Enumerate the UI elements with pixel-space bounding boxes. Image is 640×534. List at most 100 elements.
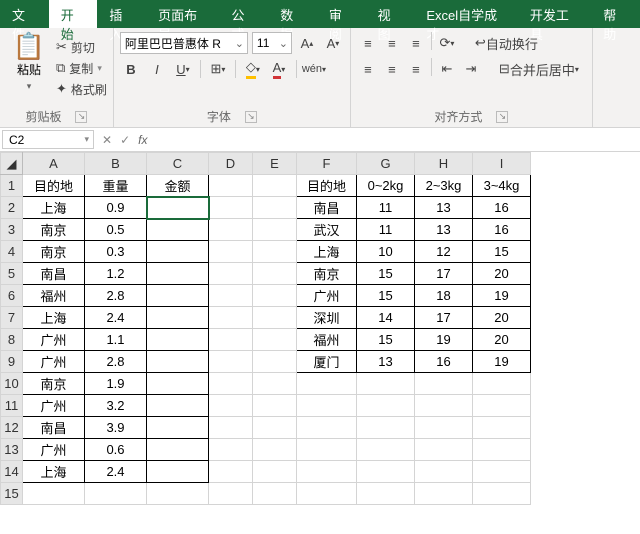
cell[interactable] <box>253 329 297 351</box>
cell[interactable]: 20 <box>473 329 531 351</box>
cell[interactable] <box>209 241 253 263</box>
cell[interactable]: 广州 <box>23 439 85 461</box>
cell[interactable]: 2.8 <box>85 351 147 373</box>
name-box[interactable]: C2 <box>2 130 94 149</box>
cell[interactable] <box>23 483 85 505</box>
cell[interactable]: 17 <box>415 263 473 285</box>
cell[interactable]: 13 <box>415 219 473 241</box>
cell[interactable]: 福州 <box>297 329 357 351</box>
cell[interactable]: 13 <box>415 197 473 219</box>
row-header-9[interactable]: 9 <box>1 351 23 373</box>
cell[interactable] <box>473 373 531 395</box>
cell[interactable] <box>209 351 253 373</box>
cell[interactable]: 目的地 <box>297 175 357 197</box>
tab-review[interactable]: 审阅 <box>317 0 366 28</box>
cell[interactable] <box>209 461 253 483</box>
spreadsheet-grid[interactable]: ◢ABCDEFGHI1目的地重量金额目的地0~2kg2~3kg3~4kg2上海0… <box>0 152 640 505</box>
cell[interactable] <box>357 461 415 483</box>
col-header-B[interactable]: B <box>85 153 147 175</box>
cell[interactable]: 16 <box>473 197 531 219</box>
align-center-button[interactable]: ≡ <box>381 58 403 80</box>
row-header-8[interactable]: 8 <box>1 329 23 351</box>
tab-file[interactable]: 文件 <box>0 0 49 28</box>
cell[interactable] <box>415 417 473 439</box>
orientation-button[interactable]: ⟳▾ <box>436 32 458 54</box>
tab-dev[interactable]: 开发工具 <box>518 0 591 28</box>
cell[interactable]: 11 <box>357 197 415 219</box>
col-header-H[interactable]: H <box>415 153 473 175</box>
col-header-A[interactable]: A <box>23 153 85 175</box>
phonetic-button[interactable]: wén▾ <box>303 58 325 80</box>
cell[interactable] <box>357 417 415 439</box>
cell[interactable]: 广州 <box>23 395 85 417</box>
align-top-button[interactable]: ≡ <box>357 32 379 54</box>
cell[interactable]: 南昌 <box>297 197 357 219</box>
cell[interactable] <box>357 373 415 395</box>
row-header-2[interactable]: 2 <box>1 197 23 219</box>
cell[interactable] <box>209 439 253 461</box>
row-header-3[interactable]: 3 <box>1 219 23 241</box>
cell[interactable] <box>209 175 253 197</box>
fx-icon[interactable]: fx <box>138 133 147 147</box>
cell[interactable]: 0.6 <box>85 439 147 461</box>
row-header-10[interactable]: 10 <box>1 373 23 395</box>
cell[interactable]: 15 <box>473 241 531 263</box>
cell[interactable] <box>253 351 297 373</box>
cell[interactable]: 广州 <box>297 285 357 307</box>
font-name-select[interactable]: 阿里巴巴普惠体 R <box>120 32 248 54</box>
cell[interactable]: 武汉 <box>297 219 357 241</box>
cell[interactable]: 19 <box>473 351 531 373</box>
increase-font-button[interactable]: A▴ <box>296 32 318 54</box>
cell[interactable] <box>297 461 357 483</box>
cell[interactable]: 深圳 <box>297 307 357 329</box>
cell[interactable]: 19 <box>473 285 531 307</box>
cell[interactable] <box>209 263 253 285</box>
cell[interactable]: 11 <box>357 219 415 241</box>
cell[interactable] <box>253 395 297 417</box>
cell[interactable]: 上海 <box>23 461 85 483</box>
cell[interactable] <box>147 197 209 219</box>
cell[interactable]: 16 <box>415 351 473 373</box>
wrap-text-button[interactable]: ↩ 自动换行 <box>468 32 545 54</box>
cell[interactable] <box>415 439 473 461</box>
cell[interactable] <box>253 285 297 307</box>
cell[interactable]: 目的地 <box>23 175 85 197</box>
cell[interactable]: 15 <box>357 285 415 307</box>
align-launcher[interactable]: ↘ <box>496 111 508 123</box>
cell[interactable] <box>297 373 357 395</box>
cell[interactable] <box>209 285 253 307</box>
tab-view[interactable]: 视图 <box>366 0 415 28</box>
clipboard-launcher[interactable]: ↘ <box>75 111 87 123</box>
cell[interactable] <box>473 417 531 439</box>
cell[interactable] <box>147 373 209 395</box>
row-header-6[interactable]: 6 <box>1 285 23 307</box>
cell[interactable]: 10 <box>357 241 415 263</box>
cell[interactable] <box>253 439 297 461</box>
cell[interactable] <box>147 351 209 373</box>
cancel-formula-icon[interactable]: ✕ <box>102 133 112 147</box>
cell[interactable]: 1.1 <box>85 329 147 351</box>
cell[interactable] <box>415 461 473 483</box>
tab-data[interactable]: 数据 <box>268 0 317 28</box>
cell[interactable] <box>357 395 415 417</box>
cell[interactable] <box>209 307 253 329</box>
cell[interactable]: 厦门 <box>297 351 357 373</box>
tab-help[interactable]: 帮助 <box>591 0 640 28</box>
cell[interactable] <box>147 285 209 307</box>
cell[interactable]: 上海 <box>23 307 85 329</box>
cell[interactable] <box>253 263 297 285</box>
tab-insert[interactable]: 插入 <box>97 0 146 28</box>
cell[interactable]: 15 <box>357 329 415 351</box>
tab-layout[interactable]: 页面布局 <box>146 0 219 28</box>
cell[interactable] <box>253 373 297 395</box>
cell[interactable] <box>415 483 473 505</box>
cell[interactable] <box>253 219 297 241</box>
cell[interactable] <box>147 461 209 483</box>
cell[interactable] <box>357 483 415 505</box>
row-header-13[interactable]: 13 <box>1 439 23 461</box>
align-middle-button[interactable]: ≡ <box>381 32 403 54</box>
cell[interactable]: 2.4 <box>85 307 147 329</box>
cell[interactable]: 3.2 <box>85 395 147 417</box>
italic-button[interactable]: I <box>146 58 168 80</box>
cell[interactable] <box>473 461 531 483</box>
